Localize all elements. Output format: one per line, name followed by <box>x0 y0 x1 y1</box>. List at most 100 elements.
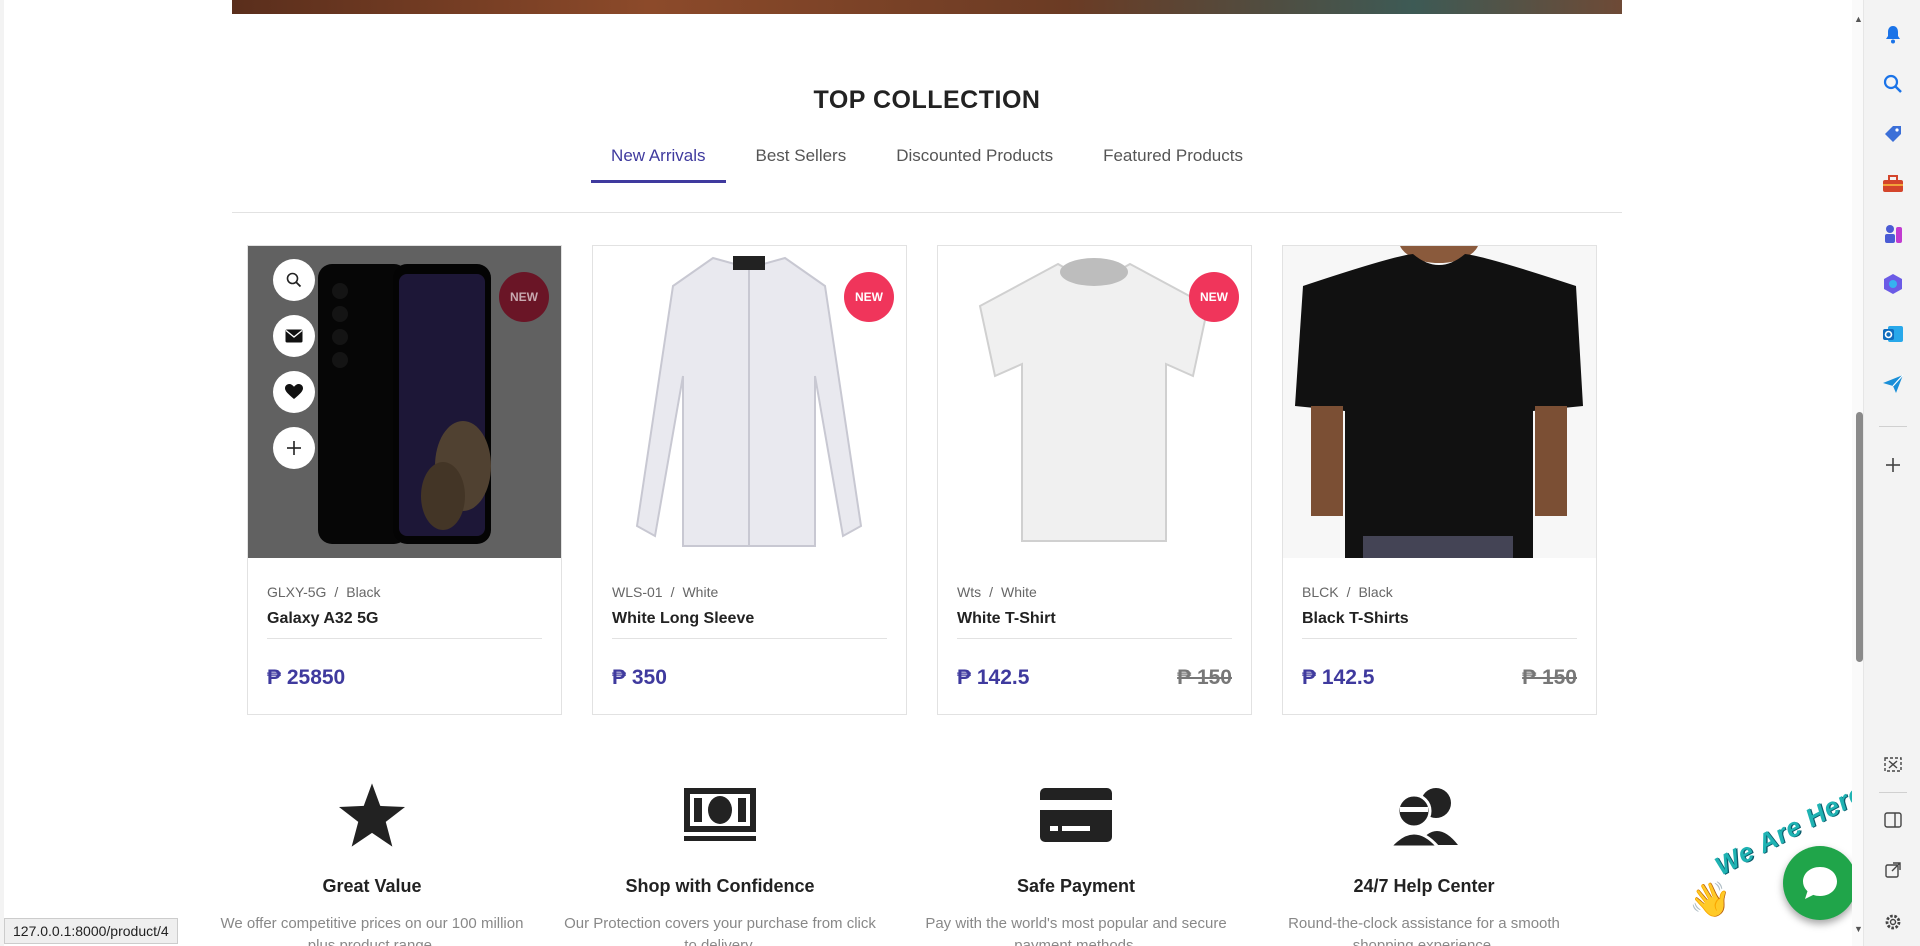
product-meta: BLCK / Black <box>1302 584 1393 600</box>
product-color: Black <box>1358 584 1393 600</box>
sidebar-divider <box>1879 426 1907 427</box>
product-meta: WLS-01/White <box>612 584 719 600</box>
heart-icon <box>285 384 303 399</box>
feature-desc: Pay with the world's most popular and se… <box>925 915 1227 946</box>
screenshot-icon[interactable] <box>1881 753 1905 777</box>
support-people-icon <box>1388 788 1458 847</box>
product-card[interactable]: NEW WLS-01/White White Long Sleeve ₱ 350 <box>592 245 907 715</box>
open-external-icon[interactable] <box>1881 858 1905 882</box>
product-meta: Wts / White <box>957 584 1037 600</box>
new-badge: NEW <box>1189 272 1239 322</box>
product-info: BLCK / Black Black T-Shirts <box>1302 584 1577 639</box>
feature-desc: Our Protection covers your purchase from… <box>564 915 876 946</box>
quick-view-button[interactable] <box>273 259 315 301</box>
product-grid: NEW GLXY-5G / Black Galaxy A32 5G ₱ 2585… <box>247 245 1599 715</box>
quick-actions <box>273 259 315 469</box>
product-price: ₱ 142.5 <box>1302 666 1375 689</box>
product-price: ₱ 350 <box>612 666 667 689</box>
add-to-cart-button[interactable] <box>273 427 315 469</box>
product-sku: GLXY-5G <box>267 584 327 600</box>
vertical-scrollbar[interactable]: ▲ ▼ <box>1852 0 1863 946</box>
browser-sidebar <box>1866 0 1920 946</box>
product-sku: WLS-01 <box>612 584 663 600</box>
scroll-thumb[interactable] <box>1856 412 1863 662</box>
feature-title: Great Value <box>322 876 422 896</box>
product-color: White <box>1001 584 1037 600</box>
star-icon <box>339 783 405 847</box>
tabs-divider <box>232 212 1622 213</box>
settings-gear-icon[interactable] <box>1881 910 1905 934</box>
price-row: ₱ 350 <box>612 666 887 690</box>
plus-icon <box>287 441 301 455</box>
feature-desc: We offer competitive prices on our 100 m… <box>220 915 524 946</box>
wishlist-button[interactable] <box>273 371 315 413</box>
toolbox-icon[interactable] <box>1881 172 1905 196</box>
page-viewport: TOP COLLECTION New Arrivals Best Sellers… <box>4 0 1864 946</box>
email-button[interactable] <box>273 315 315 357</box>
product-card[interactable]: NEW Wts / White White T-Shirt ₱ 142.5 ₱ 15… <box>937 245 1252 715</box>
wave-hand-icon: 👋 <box>1689 881 1732 919</box>
credit-card-icon <box>1040 788 1112 842</box>
copilot-icon[interactable] <box>1881 272 1905 296</box>
price-row: ₱ 142.5 ₱ 150 <box>1302 666 1577 690</box>
feature-safe-payment: Safe Payment Pay with the world's most p… <box>916 780 1236 946</box>
add-icon[interactable] <box>1881 453 1905 477</box>
product-price: ₱ 25850 <box>267 666 346 689</box>
send-icon[interactable] <box>1881 372 1905 396</box>
product-card[interactable]: BLCK / Black Black T-Shirts ₱ 142.5 ₱ 150 <box>1282 245 1597 715</box>
product-info: GLXY-5G / Black Galaxy A32 5G <box>267 584 542 639</box>
email-icon <box>285 329 303 343</box>
product-image[interactable]: NEW <box>938 246 1251 558</box>
chat-button[interactable] <box>1783 846 1857 920</box>
features-section: Great Value We offer competitive prices … <box>221 780 1622 946</box>
product-image[interactable]: NEW <box>593 246 906 558</box>
product-sku: Wts <box>957 584 982 600</box>
product-image[interactable] <box>1283 246 1596 558</box>
product-name[interactable]: White Long Sleeve <box>612 610 887 639</box>
product-price: ₱ 142.5 <box>957 666 1030 689</box>
section-title: TOP COLLECTION <box>813 86 1041 114</box>
product-old-price: ₱ 150 <box>1177 666 1232 689</box>
product-card[interactable]: NEW GLXY-5G / Black Galaxy A32 5G ₱ 2585… <box>247 245 562 715</box>
tab-featured-products[interactable]: Featured Products <box>1083 140 1263 183</box>
games-icon[interactable] <box>1881 222 1905 246</box>
chat-widget[interactable]: We Are Here! 👋 <box>1689 773 1863 940</box>
product-name[interactable]: Black T-Shirts <box>1302 610 1577 639</box>
split-screen-icon[interactable] <box>1881 808 1905 832</box>
status-bar-url: 127.0.0.1:8000/product/4 <box>4 918 178 944</box>
outlook-icon[interactable] <box>1881 322 1905 346</box>
notification-bell-icon[interactable] <box>1881 22 1905 46</box>
product-color: White <box>682 584 719 600</box>
tab-discounted-products[interactable]: Discounted Products <box>876 140 1073 183</box>
price-row: ₱ 25850 <box>267 666 542 690</box>
new-badge: NEW <box>499 272 549 322</box>
collection-tabs: New Arrivals Best Sellers Discounted Pro… <box>232 140 1622 183</box>
banknote-icon <box>684 788 756 841</box>
product-info: WLS-01/White White Long Sleeve <box>612 584 887 639</box>
black-tshirt-image <box>1283 246 1596 558</box>
feature-desc: Round-the-clock assistance for a smooth … <box>1288 915 1560 946</box>
hero-banner-bottom <box>232 0 1622 14</box>
shopping-tag-icon[interactable] <box>1881 122 1905 146</box>
search-icon[interactable] <box>1881 72 1905 96</box>
product-color: Black <box>346 584 381 600</box>
chat-bubble-icon <box>1803 867 1837 899</box>
feature-title: 24/7 Help Center <box>1353 876 1495 896</box>
feature-great-value: Great Value We offer competitive prices … <box>212 780 532 946</box>
feature-shop-confidence: Shop with Confidence Our Protection cove… <box>560 780 880 946</box>
product-name[interactable]: White T-Shirt <box>957 610 1232 639</box>
scroll-down-arrow[interactable]: ▼ <box>1854 924 1863 934</box>
scroll-up-arrow[interactable]: ▲ <box>1854 14 1863 24</box>
feature-help-center: 24/7 Help Center Round-the-clock assista… <box>1264 780 1584 946</box>
search-icon <box>286 272 302 288</box>
product-old-price: ₱ 150 <box>1522 666 1577 689</box>
product-name[interactable]: Galaxy A32 5G <box>267 610 542 639</box>
feature-title: Safe Payment <box>1016 876 1136 896</box>
tab-new-arrivals[interactable]: New Arrivals <box>591 140 726 183</box>
tab-best-sellers[interactable]: Best Sellers <box>736 140 867 183</box>
new-badge: NEW <box>844 272 894 322</box>
feature-title: Shop with Confidence <box>625 876 815 896</box>
product-info: Wts / White White T-Shirt <box>957 584 1232 639</box>
product-image[interactable]: NEW <box>248 246 561 558</box>
product-sku: BLCK <box>1302 584 1339 600</box>
